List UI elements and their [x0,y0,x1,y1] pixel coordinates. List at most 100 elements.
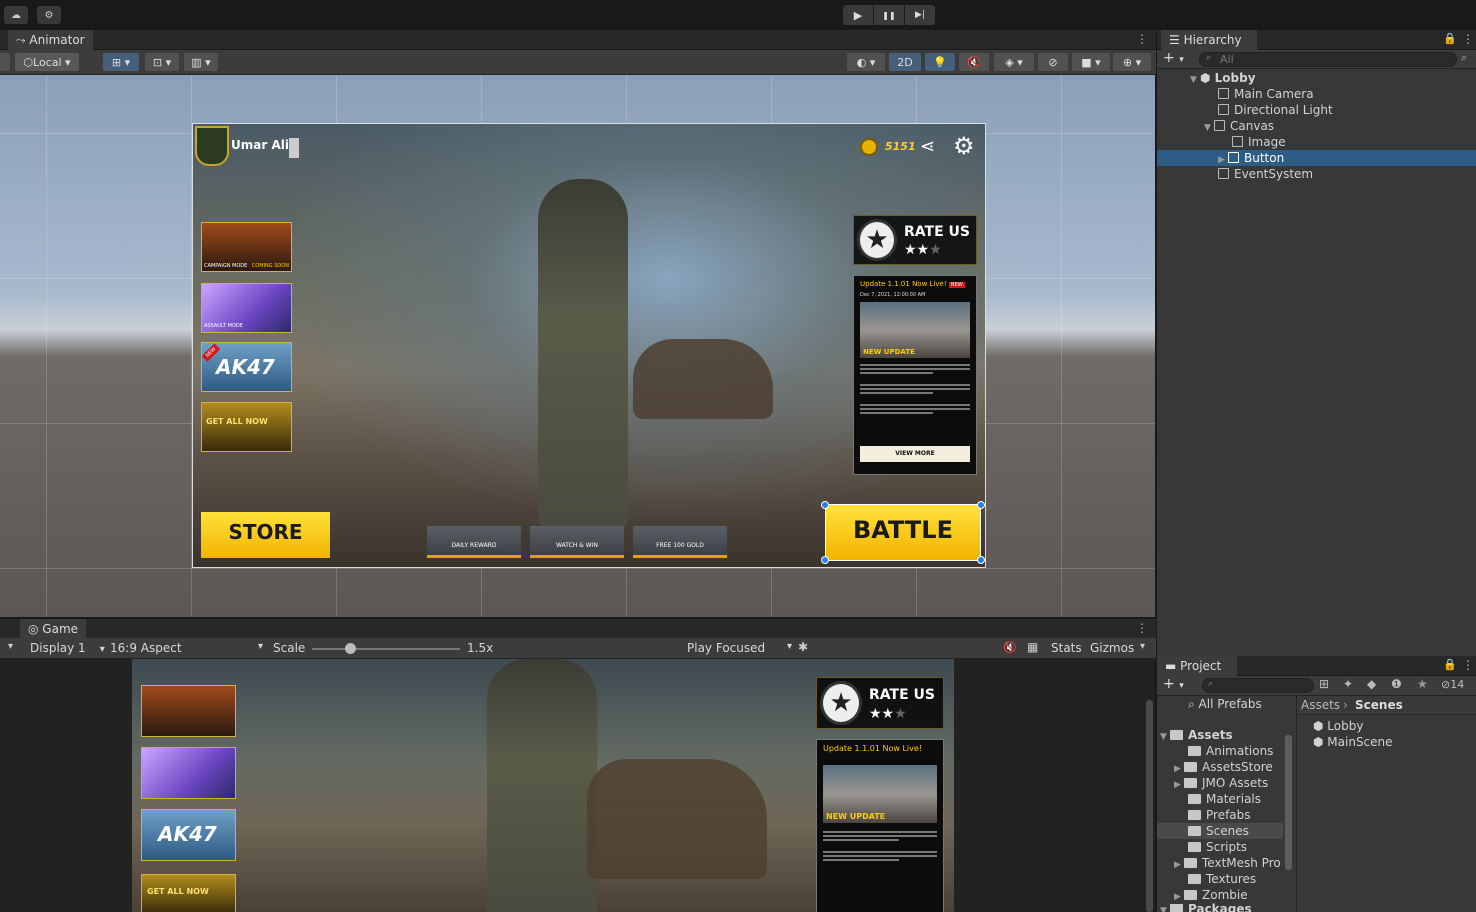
more-menu-icon[interactable]: ⋮ [1136,621,1148,635]
gear-icon[interactable]: ⚙ [37,6,61,24]
bug-icon[interactable]: ✱ [798,640,808,654]
game-scrollbar[interactable] [1146,700,1153,912]
ruler-dropdown[interactable]: ▥ ▾ [184,53,218,71]
scene-file[interactable]: ⬢ MainScene [1313,734,1393,750]
rect-handle[interactable] [977,501,985,509]
hierarchy-search-input[interactable]: ⌕ All [1199,52,1457,67]
rect-handle[interactable] [821,501,829,509]
shading-dropdown[interactable]: ◐ ▾ [847,53,885,71]
folder-item[interactable]: ▶ JMO Assets [1174,775,1268,791]
folder-item[interactable]: ▶ Zombie [1174,887,1248,903]
folder-item-selected[interactable]: Scenes [1157,823,1283,839]
store-button[interactable]: STORE [201,512,330,558]
hierarchy-item[interactable]: Image [1232,134,1286,150]
create-asset-button[interactable]: + ▾ [1163,676,1184,692]
hierarchy-item[interactable]: Directional Light [1218,102,1333,118]
aspect-dropdown[interactable]: 16:9 Aspect ▾ [110,641,265,655]
folder-item[interactable]: Scripts [1188,839,1247,855]
assets-folder[interactable]: ▼ Assets [1160,727,1233,743]
more-menu-icon[interactable]: ⋮ [1462,658,1474,672]
daily-reward-button[interactable]: DAILY REWARD [427,526,521,558]
folder-item[interactable]: Textures [1188,871,1256,887]
lighting-toggle[interactable]: 💡 [925,53,955,71]
hierarchy-item[interactable]: Main Camera [1218,86,1314,102]
ak47-card[interactable]: NEW AK47 [201,342,292,392]
camera-dropdown[interactable]: ■ ▾ [1072,53,1110,71]
lock-icon[interactable]: 🔒 [1443,658,1457,671]
hierarchy-item[interactable]: EventSystem [1218,166,1313,182]
gizmos-dropdown[interactable]: ⊕ ▾ [1113,53,1151,71]
label-icon[interactable]: ◆ [1367,677,1376,691]
all-prefabs-item[interactable]: ⌕ All Prefabs [1188,696,1262,712]
scene-view[interactable]: Umar Ali 5151 ⋖ ⚙ CAMPAIGN MODE COMING S… [0,75,1155,617]
snap-increment-dropdown[interactable]: ⊡ ▾ [145,53,179,71]
folder-item[interactable]: Materials [1188,791,1261,807]
watch-win-button[interactable]: WATCH & WIN [530,526,624,558]
warning-icon[interactable]: ❶ [1391,677,1402,691]
breadcrumb-assets[interactable]: Assets [1301,698,1340,712]
view-more-button[interactable]: VIEW MORE [860,446,970,462]
grid-snap-toggle[interactable]: ⊞ ▾ [103,53,139,71]
grid-icon[interactable]: ▦ [1027,640,1038,654]
rect-handle[interactable] [821,556,829,564]
gizmos-button[interactable]: Gizmos [1090,641,1134,655]
folder-item[interactable]: ▶ AssetsStore [1174,759,1273,775]
scale-slider-track[interactable] [312,648,460,650]
breadcrumb-scenes[interactable]: Scenes [1355,698,1403,712]
mute-audio-icon[interactable]: 🔇 [1003,641,1017,654]
chevron-down-icon[interactable]: ▾ [1140,641,1145,652]
free-gold-button[interactable]: FREE 100 GOLD [633,526,727,558]
2d-toggle[interactable]: 2D [889,53,921,71]
play-focused-dropdown[interactable]: Play Focused ▾ [687,641,792,655]
folder-item[interactable]: ▶ TextMesh Pro [1174,855,1282,871]
tab-project[interactable]: ▬ Project [1157,656,1237,676]
display-dropdown[interactable]: Display 1 ▾ [30,641,105,655]
get-all-card[interactable]: GET ALL NOW [201,402,292,452]
campaign-card[interactable] [141,685,236,737]
star-icon[interactable]: ★ [1417,677,1428,691]
share-icon[interactable]: ⋖ [920,136,935,157]
stats-button[interactable]: Stats [1051,641,1082,655]
hidden-packages-icon[interactable]: ⊘14 [1441,678,1464,691]
get-all-card[interactable]: GET ALL NOW [141,874,236,912]
chevron-down-icon[interactable]: ▾ [8,641,13,652]
folder-item[interactable]: Animations [1188,743,1273,759]
audio-toggle[interactable]: 🔇 [959,53,989,71]
play-button[interactable]: ▶ [843,5,873,25]
settings-gear-icon[interactable]: ⚙ [953,132,975,160]
filter-icon[interactable]: ✦ [1343,677,1353,691]
effects-dropdown[interactable]: ◈ ▾ [994,53,1034,71]
assault-card[interactable] [141,747,236,799]
search-options-icon[interactable]: ⌕ [1461,51,1467,65]
hierarchy-item[interactable]: ▼ Canvas [1204,118,1274,134]
cloud-icon[interactable]: ☁ [4,6,28,24]
rect-handle[interactable] [977,556,985,564]
pivot-mode-dropdown[interactable]: ⬡ Local ▾ [15,53,79,71]
ak47-card[interactable]: AK47 [141,809,236,861]
project-search-input[interactable]: ⌕ [1202,678,1314,693]
scale-slider-thumb[interactable] [345,643,356,654]
add-object-button[interactable]: + ▾ [1163,50,1184,66]
step-button[interactable]: ▶| [905,5,935,25]
more-menu-icon[interactable]: ⋮ [1462,32,1474,46]
rate-us-panel[interactable]: ★ RATE US ★★★ [853,215,977,265]
battle-button[interactable]: BATTLE [825,504,981,561]
tab-animator[interactable]: ⤳ Animator [8,30,93,50]
visibility-toggle[interactable]: ⊘ [1038,53,1068,71]
lock-icon[interactable]: 🔒 [1443,32,1457,45]
scene-file[interactable]: ⬢ Lobby [1313,718,1363,734]
search-by-type-icon[interactable]: ⊞ [1319,677,1329,691]
packages-folder[interactable]: ▼ Packages [1160,902,1252,912]
scene-item-lobby[interactable]: ▼ ⬢ Lobby [1190,70,1256,86]
rate-us-panel[interactable]: ★ RATE US ★★★ [816,677,944,729]
folder-scrollbar[interactable] [1285,735,1292,870]
assault-card[interactable]: ASSAULT MODE [201,283,292,333]
tab-game[interactable]: ◎ Game [20,619,87,639]
hierarchy-item-selected[interactable]: ▶ Button [1157,150,1476,166]
campaign-card[interactable]: CAMPAIGN MODE COMING SOON [201,222,292,272]
edit-name-icon[interactable] [289,138,299,158]
folder-item[interactable]: Prefabs [1188,807,1251,823]
tab-hierarchy[interactable]: ☰ Hierarchy [1161,30,1257,50]
more-menu-icon[interactable]: ⋮ [1136,32,1148,46]
tool-handle[interactable] [0,53,10,71]
